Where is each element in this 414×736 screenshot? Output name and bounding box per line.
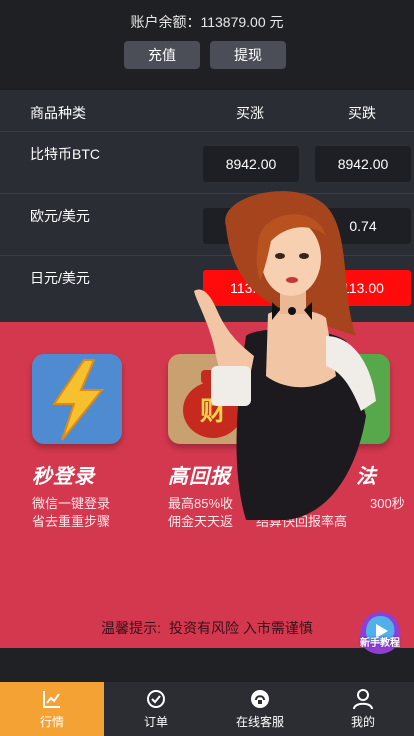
tab-label: 我的 bbox=[350, 715, 375, 729]
buy-up-button[interactable]: 8942.00 bbox=[203, 146, 299, 182]
feature-title: 秒登录 bbox=[32, 466, 95, 488]
bottom-divider bbox=[0, 648, 414, 682]
recharge-button[interactable]: 充值 bbox=[124, 41, 200, 69]
chart-icon bbox=[43, 691, 60, 708]
risk-warning: 温馨提示: 投资有风险 入市需谨慎 bbox=[0, 618, 414, 638]
withdraw-button[interactable]: 提现 bbox=[210, 41, 286, 69]
hostess-character-image bbox=[194, 191, 376, 520]
tab-profile[interactable]: 我的 bbox=[312, 682, 414, 736]
tab-label: 订单 bbox=[143, 715, 168, 729]
account-balance: 账户余额：113879.00 元 bbox=[130, 14, 284, 30]
tab-label: 在线客服 bbox=[235, 715, 284, 729]
tab-customer-service[interactable]: 在线客服 bbox=[208, 682, 312, 736]
tab-market[interactable]: 行情 bbox=[0, 682, 104, 736]
buy-down-button[interactable]: 8942.00 bbox=[315, 146, 411, 182]
tab-orders[interactable]: 订单 bbox=[104, 682, 208, 736]
risk-warning-label: 温馨提示: bbox=[101, 620, 161, 636]
bottom-tab-bar: 行情 订单 在线客服 我的 bbox=[0, 682, 414, 736]
tab-label: 行情 bbox=[39, 715, 64, 729]
product-name: 比特币BTC bbox=[30, 146, 100, 162]
product-name: 欧元/美元 bbox=[30, 208, 90, 224]
feature-desc: 省去重重步骤 bbox=[32, 514, 111, 529]
table-row: 比特币BTC 8942.00 8942.00 bbox=[0, 132, 414, 194]
account-header: 账户余额：113879.00 元 充值 提现 bbox=[0, 0, 414, 88]
service-icon bbox=[251, 690, 269, 708]
order-icon bbox=[147, 690, 165, 708]
column-product: 商品种类 bbox=[30, 105, 86, 121]
table-header: 商品种类 买涨 买跌 bbox=[0, 90, 414, 132]
feature-quick-login: 秒登录 微信一键登录 省去重重步骤 bbox=[32, 354, 142, 531]
tutorial-badge-label[interactable]: 新手教程 bbox=[356, 634, 404, 649]
column-buy-down: 买跌 bbox=[348, 105, 376, 121]
tutorial-badge-icon[interactable] bbox=[356, 610, 404, 656]
feature-desc: 微信一键登录 bbox=[32, 496, 111, 511]
lightning-icon bbox=[32, 354, 122, 444]
risk-warning-text: 投资有风险 入市需谨慎 bbox=[169, 620, 313, 636]
product-name: 日元/美元 bbox=[30, 270, 90, 286]
column-buy-up: 买涨 bbox=[236, 105, 264, 121]
user-icon bbox=[353, 689, 373, 710]
